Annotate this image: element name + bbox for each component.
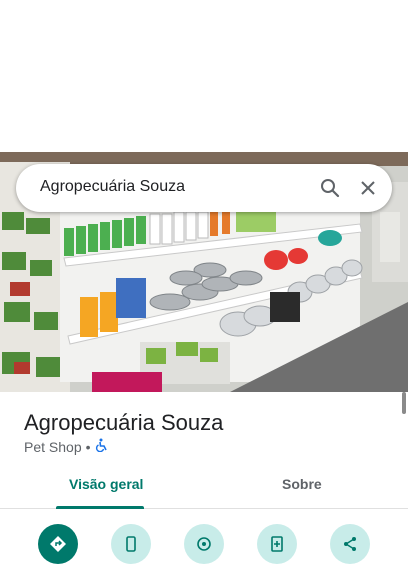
tab-selected-indicator xyxy=(56,506,144,509)
phone-icon xyxy=(126,536,136,552)
share-button[interactable] xyxy=(330,524,370,564)
map-area xyxy=(0,0,408,152)
location-icon xyxy=(197,537,211,551)
scrollbar[interactable] xyxy=(402,392,406,414)
save-place-button[interactable] xyxy=(184,524,224,564)
close-icon[interactable] xyxy=(356,176,380,200)
search-icon[interactable] xyxy=(318,176,342,200)
action-buttons xyxy=(0,520,408,564)
tab-about[interactable]: Sobre xyxy=(282,476,322,492)
directions-icon xyxy=(50,536,66,552)
directions-button[interactable] xyxy=(38,524,78,564)
wheelchair-accessible-icon xyxy=(95,438,109,455)
place-title: Agropecuária Souza xyxy=(24,410,224,435)
place-category: Pet Shop xyxy=(24,438,82,455)
place-sheet: Agropecuária Souza Pet Shop • Visão gera… xyxy=(0,392,408,564)
add-to-list-button[interactable] xyxy=(257,524,297,564)
search-input[interactable]: Agropecuária Souza xyxy=(40,178,185,196)
call-button[interactable] xyxy=(111,524,151,564)
tab-overview[interactable]: Visão geral xyxy=(69,476,143,492)
tab-bar: Visão geral Sobre xyxy=(0,464,408,509)
add-to-list-icon xyxy=(271,536,283,552)
place-subtitle: Pet Shop • xyxy=(24,438,109,455)
share-icon xyxy=(344,537,356,551)
search-bar[interactable]: Agropecuária Souza xyxy=(16,164,392,212)
separator: • xyxy=(85,438,91,455)
